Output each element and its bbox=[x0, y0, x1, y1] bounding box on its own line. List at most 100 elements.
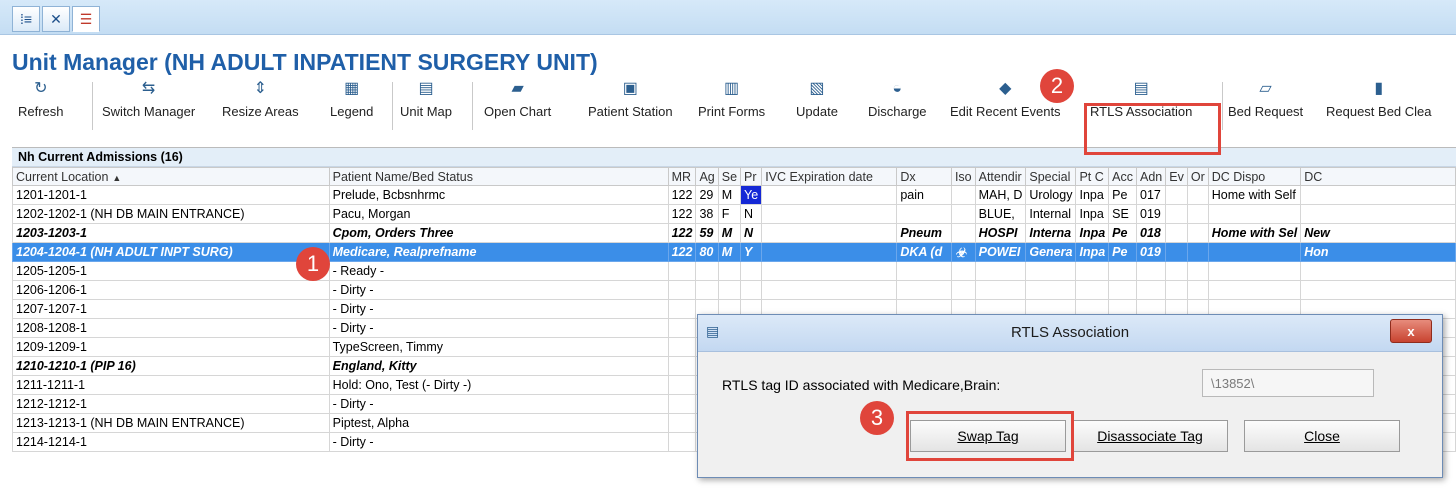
table-cell: M bbox=[717, 185, 742, 205]
column-header[interactable]: Ev bbox=[1165, 167, 1188, 186]
table-cell bbox=[1186, 185, 1209, 205]
table-cell: Home with Self bbox=[1207, 185, 1302, 205]
table-cell: 1208-1208-1 bbox=[12, 318, 330, 338]
table-cell: 122 bbox=[667, 242, 697, 262]
legend-button[interactable]: ▦ Legend bbox=[330, 78, 373, 134]
column-header[interactable]: Pt C bbox=[1075, 167, 1110, 186]
column-header[interactable]: DC Dispo bbox=[1207, 167, 1302, 186]
folder-icon: ▰ bbox=[511, 80, 524, 97]
table-cell: Inpa bbox=[1075, 223, 1110, 243]
car-icon: ◒ bbox=[892, 80, 903, 97]
dialog-title-bar: ▤ RTLS Association x bbox=[698, 315, 1442, 352]
switch-manager-button[interactable]: ⇆ Switch Manager bbox=[102, 78, 195, 134]
table-cell: Cpom, Orders Three bbox=[328, 223, 669, 243]
dialog-title: RTLS Association bbox=[1010, 324, 1130, 341]
rtls-tag-label: RTLS tag ID associated with Medicare,Bra… bbox=[722, 377, 1001, 393]
table-cell: 1209-1209-1 bbox=[12, 337, 330, 357]
close-icon[interactable]: x bbox=[1390, 319, 1432, 343]
table-row[interactable]: 1203-1203-1 Cpom, Orders Three 122 59 M N Pneu… bbox=[12, 223, 1456, 243]
toolbar-separator bbox=[92, 82, 93, 130]
table-cell: 1205-1205-1 bbox=[12, 261, 330, 281]
table-row[interactable]: 1204-1204-1 (NH ADULT INPT SURG) Medicare… bbox=[12, 242, 1456, 262]
table-row[interactable]: 1205-1205-1- Ready - bbox=[12, 261, 1456, 281]
column-header[interactable]: DC bbox=[1300, 167, 1456, 186]
update-button[interactable]: ▧ Update bbox=[796, 78, 838, 134]
column-header[interactable]: Current Location ▲ bbox=[12, 167, 330, 186]
unit-map-icon: ▤ bbox=[418, 80, 434, 97]
table-cell bbox=[1165, 242, 1188, 262]
column-header[interactable]: Patient Name/Bed Status bbox=[328, 167, 669, 186]
discharge-button[interactable]: ◒ Discharge bbox=[868, 78, 927, 134]
table-row[interactable]: 1201-1201-1 Prelude, Bcbsnhrmc 122 29 M Ye pai… bbox=[12, 185, 1456, 205]
bed-clean-icon: ▮ bbox=[1374, 80, 1384, 97]
unit-manager-icon[interactable]: ☰ bbox=[72, 6, 100, 32]
table-cell: Interna bbox=[1025, 223, 1077, 243]
column-header[interactable]: Special bbox=[1025, 167, 1077, 186]
table-cell: BLUE, bbox=[974, 204, 1027, 224]
table-cell: N bbox=[740, 223, 763, 243]
column-header[interactable]: Or bbox=[1186, 167, 1209, 186]
bed-icon: ▱ bbox=[1259, 80, 1272, 97]
bed-request-button[interactable]: ▱ Bed Request bbox=[1228, 78, 1303, 134]
table-cell: Home with Sel bbox=[1207, 223, 1302, 243]
table-cell bbox=[695, 280, 719, 300]
column-header[interactable]: Se bbox=[717, 167, 742, 186]
table-cell bbox=[896, 280, 952, 300]
column-header[interactable]: Ag bbox=[695, 167, 719, 186]
column-header[interactable]: Pr bbox=[740, 167, 763, 186]
column-header[interactable]: Adn bbox=[1136, 167, 1167, 186]
page-title: Unit Manager (NH ADULT INPATIENT SURGERY… bbox=[12, 49, 598, 75]
close-button[interactable]: Close bbox=[1244, 420, 1400, 452]
table-cell bbox=[667, 356, 697, 376]
table-cell bbox=[950, 280, 976, 300]
rtls-tag-field[interactable]: \13852\ bbox=[1202, 369, 1374, 397]
table-cell: New bbox=[1300, 223, 1456, 243]
table-cell: Hold: Ono, Test (- Dirty -) bbox=[328, 375, 669, 395]
table-row[interactable]: 1202-1202-1 (NH DB MAIN ENTRANCE) Pacu, M… bbox=[12, 204, 1456, 224]
table-cell bbox=[1025, 280, 1077, 300]
table-row[interactable]: 1206-1206-1- Dirty - bbox=[12, 280, 1456, 300]
table-cell: 1212-1212-1 bbox=[12, 394, 330, 414]
column-header[interactable]: Acc bbox=[1108, 167, 1138, 186]
column-header[interactable]: MR bbox=[667, 167, 697, 186]
table-cell: SE bbox=[1108, 204, 1138, 224]
table-cell: Ye bbox=[740, 185, 763, 205]
refresh-button[interactable]: ↻ Refresh bbox=[18, 78, 64, 134]
table-cell: England, Kitty bbox=[328, 356, 669, 376]
disassociate-tag-button[interactable]: Disassociate Tag bbox=[1072, 420, 1228, 452]
unit-map-button[interactable]: ▤ Unit Map bbox=[400, 78, 452, 134]
table-cell bbox=[974, 280, 1027, 300]
table-cell bbox=[1165, 280, 1188, 300]
toolbar: ↻ Refresh ⇆ Switch Manager ⇕ Resize Areas ▦… bbox=[0, 78, 1456, 136]
table-cell bbox=[1165, 185, 1188, 205]
open-chart-button[interactable]: ▰ Open Chart bbox=[484, 78, 551, 134]
table-cell bbox=[896, 261, 952, 281]
rtls-icon: ▤ bbox=[1133, 80, 1149, 97]
resize-icon: ⇕ bbox=[253, 80, 267, 97]
column-header[interactable]: Attendir bbox=[974, 167, 1027, 186]
table-cell: DKA (d bbox=[896, 242, 952, 262]
table-cell bbox=[667, 394, 697, 414]
column-header[interactable]: Iso bbox=[950, 167, 976, 186]
request-bed-clean-button[interactable]: ▮ Request Bed Clea bbox=[1326, 78, 1432, 134]
network-icon[interactable]: ✕ bbox=[42, 6, 70, 32]
table-cell bbox=[667, 432, 697, 452]
patient-station-button[interactable]: ▣ Patient Station bbox=[588, 78, 673, 134]
resize-areas-button[interactable]: ⇕ Resize Areas bbox=[222, 78, 299, 134]
print-forms-button[interactable]: ▥ Print Forms bbox=[698, 78, 765, 134]
table-cell: Inpa bbox=[1075, 242, 1110, 262]
sort-ascending-icon: ▲ bbox=[112, 172, 122, 183]
column-header[interactable]: Dx bbox=[896, 167, 952, 186]
table-cell bbox=[1300, 204, 1456, 224]
column-header[interactable]: IVC Expiration date bbox=[761, 167, 898, 186]
patient-station-icon: ▣ bbox=[622, 80, 638, 97]
table-cell bbox=[1136, 261, 1167, 281]
table-cell: Pe bbox=[1108, 242, 1138, 262]
table-cell bbox=[1186, 223, 1209, 243]
table-cell: 1210-1210-1 (PIP 16) bbox=[12, 356, 330, 376]
table-cell bbox=[1207, 280, 1302, 300]
table-cell: 1207-1207-1 bbox=[12, 299, 330, 319]
list-icon[interactable]: ⁞≡ bbox=[12, 6, 40, 32]
table-cell bbox=[1300, 280, 1456, 300]
table-cell: - Dirty - bbox=[328, 280, 669, 300]
